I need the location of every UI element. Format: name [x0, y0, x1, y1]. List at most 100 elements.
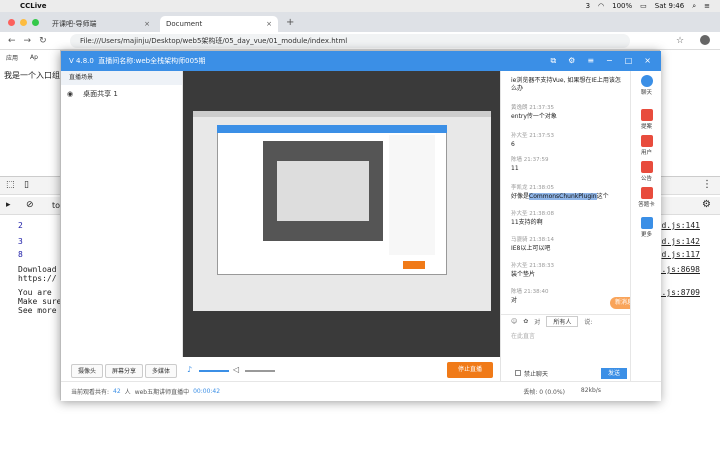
maximize-window-icon[interactable]: [32, 19, 39, 26]
tool-label: 用户: [640, 150, 652, 156]
back-icon[interactable]: ←: [8, 36, 16, 46]
online-label: 当前观看共有:: [71, 389, 110, 396]
ban-chat-label: 禁止聊天: [524, 370, 549, 378]
tool-label: 答题卡: [638, 202, 655, 208]
message-text: IE8以上可以吧: [511, 245, 551, 252]
tab-kaikeba[interactable]: 开课吧-导师端 ×: [46, 16, 156, 32]
speaker-volume-slider[interactable]: [245, 370, 275, 372]
source-link[interactable]: s.js:8709: [657, 288, 700, 297]
settings-icon[interactable]: ⚙: [568, 56, 575, 66]
status-bar: 当前观看共有: 42 人 web五期讲师直播中 00:00:42 丢帧: 0 (…: [61, 381, 661, 401]
more-tool[interactable]: 更多: [631, 217, 662, 238]
settings-gear-icon[interactable]: ⚙: [702, 199, 711, 210]
close-tab-icon[interactable]: ×: [266, 20, 272, 28]
wifi-icon[interactable]: ◠: [598, 2, 604, 10]
message-text: 11: [511, 165, 519, 172]
notice-icon: [640, 161, 653, 173]
online-count: 42: [113, 388, 121, 395]
source-link[interactable]: d.js:142: [661, 237, 700, 246]
users-tool[interactable]: 用户: [631, 135, 662, 156]
stop-live-button[interactable]: 停止直播: [447, 362, 493, 378]
message-text: entry传一个对象: [511, 113, 557, 120]
minimize-window-icon[interactable]: [20, 19, 27, 26]
scene-item-desktop[interactable]: ◉ 桌面共享 1: [61, 85, 182, 103]
notice-tool[interactable]: 公告: [631, 161, 662, 182]
screen-share-button[interactable]: 屏幕分享: [105, 364, 144, 378]
message-author: 黄逸朗 21:37:35: [511, 105, 554, 111]
console-line[interactable]: https://: [18, 274, 57, 283]
microphone-icon[interactable]: ♪: [187, 365, 192, 374]
speaker-icon[interactable]: ◁: [233, 365, 239, 374]
room-title-prefix: 直播间名称:: [98, 57, 136, 65]
online-unit: 人: [124, 389, 131, 396]
clear-console-icon[interactable]: ⊘: [26, 200, 34, 210]
tool-label: 公告: [640, 176, 652, 182]
answer-card-tool[interactable]: 答题卡: [631, 187, 662, 208]
camera-button[interactable]: 摄像头: [71, 364, 104, 378]
source-link[interactable]: d.js:117: [661, 250, 700, 259]
battery-icon[interactable]: ▭: [640, 2, 647, 10]
message-author: 孙大圣 21:38:33: [511, 263, 554, 269]
mic-volume-slider[interactable]: [199, 370, 229, 372]
chat-tool[interactable]: 聊天: [631, 75, 662, 96]
more-icon[interactable]: ⋮: [702, 179, 712, 190]
close-icon[interactable]: ×: [644, 56, 651, 66]
to-label: 对: [534, 319, 541, 326]
chat-input[interactable]: 在此直言: [511, 331, 535, 340]
maximize-icon[interactable]: □: [625, 56, 633, 66]
version-label: V 4.8.0: [69, 57, 94, 65]
recipient-select[interactable]: 所有人: [546, 316, 579, 327]
scene-header: 直播场景: [61, 71, 182, 85]
proposal-icon: [640, 109, 653, 121]
tool-label: 聊天: [640, 90, 652, 96]
answer-card-icon: [640, 187, 653, 199]
forward-icon[interactable]: →: [24, 36, 32, 46]
console-line: You are: [18, 288, 52, 297]
clock[interactable]: Sat 9:46: [655, 2, 684, 10]
live-window-header: V 4.8.0 直播间名称: web全栈架构师005期 ⧉ ⚙ ≡ − □ ×: [61, 51, 661, 71]
sidebar-toggle-icon[interactable]: ▸: [6, 200, 11, 210]
flower-icon[interactable]: ✿: [523, 318, 528, 325]
chat-toolbar: ☺ ✿ 对 所有人 说:: [501, 314, 630, 328]
app-name[interactable]: CCLive: [20, 2, 46, 10]
context-select[interactable]: to: [52, 201, 60, 210]
close-window-icon[interactable]: [8, 19, 15, 26]
ban-chat-checkbox[interactable]: [515, 370, 521, 376]
apps-bookmark[interactable]: 应用: [6, 53, 18, 62]
mac-menubar: CCLive 3 ◠ 100% ▭ Sat 9:46 ⌕ ≡: [0, 0, 720, 12]
eye-icon[interactable]: ◉: [67, 90, 73, 98]
tab-label: Document: [166, 20, 203, 28]
reload-icon[interactable]: ↻: [39, 36, 47, 46]
bitrate: 82kb/s: [580, 387, 601, 394]
message-author: 孙大圣 21:38:08: [511, 211, 554, 217]
screen-preview-image: [193, 111, 491, 311]
proposal-tool[interactable]: 提案: [631, 109, 662, 130]
search-icon[interactable]: ⌕: [692, 2, 696, 11]
message-text-part: 好像是: [511, 193, 530, 200]
media-button[interactable]: 多媒体: [145, 364, 178, 378]
bookmark-item[interactable]: Ap: [30, 54, 38, 61]
url-input[interactable]: File:///Users/majinju/Desktop/web5架构班/05…: [70, 34, 630, 48]
console-line: Make sure: [18, 297, 62, 306]
highlighted-text: CommonsChunkPlugin: [529, 193, 597, 200]
device-icon[interactable]: ▯: [24, 180, 29, 190]
profile-avatar[interactable]: [700, 35, 710, 45]
frame-loss: 丢帧: 0 (0.0%): [523, 389, 565, 396]
new-tab-icon[interactable]: +: [286, 17, 294, 28]
minimize-icon[interactable]: −: [606, 56, 613, 66]
tab-document[interactable]: Document ×: [160, 16, 278, 32]
console-line: Download: [18, 265, 57, 274]
source-link[interactable]: d.js:141: [661, 221, 700, 230]
bookmark-star-icon[interactable]: ☆: [676, 36, 684, 46]
new-message-pill[interactable]: 新消息: [610, 297, 630, 309]
source-link[interactable]: s.js:8698: [657, 265, 700, 274]
menu-list-icon[interactable]: ≡: [704, 2, 710, 10]
menu-icon[interactable]: ≡: [587, 56, 594, 66]
share-icon[interactable]: ⧉: [550, 56, 556, 66]
emoji-icon[interactable]: ☺: [511, 318, 517, 325]
send-button[interactable]: 发送: [601, 368, 627, 379]
close-tab-icon[interactable]: ×: [144, 20, 150, 28]
room-title: web全栈架构师005期: [135, 57, 206, 65]
inspect-icon[interactable]: ⬚: [6, 180, 15, 190]
message-author: 陈墙 21:37:59: [511, 157, 549, 163]
